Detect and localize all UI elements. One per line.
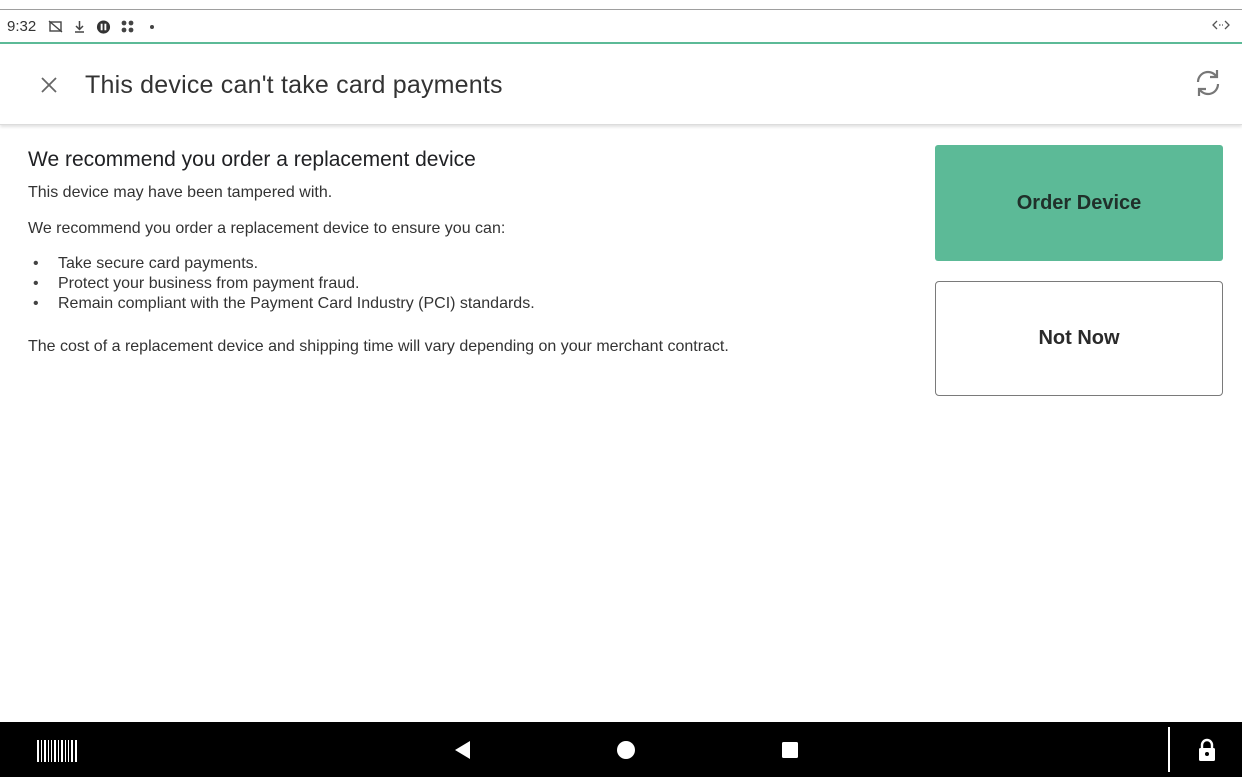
cost-note-text: The cost of a replacement device and shi… [28, 338, 729, 355]
refresh-icon[interactable] [1190, 65, 1226, 101]
back-icon[interactable] [452, 739, 472, 761]
list-item: Remain compliant with the Payment Card I… [28, 294, 888, 314]
download-icon [72, 19, 87, 34]
order-device-button[interactable]: Order Device [935, 145, 1223, 261]
recommendation-text: We recommend you order a replacement dev… [28, 220, 506, 237]
status-bar: 9:32 [0, 11, 1242, 44]
nav-divider [1168, 727, 1170, 772]
not-now-button[interactable]: Not Now [935, 281, 1223, 396]
swap-horizontal-icon [1212, 19, 1230, 34]
dot-icon [144, 19, 159, 34]
close-icon[interactable] [34, 70, 64, 100]
recents-icon[interactable] [780, 740, 800, 760]
app-header: This device can't take card payments [0, 46, 1242, 125]
tamper-warning-text: This device may have been tampered with. [28, 184, 333, 201]
status-time: 9:32 [7, 18, 37, 35]
list-item: Protect your business from payment fraud… [28, 274, 888, 294]
list-item: Take secure card payments. [28, 254, 888, 274]
lock-icon[interactable] [1196, 738, 1218, 762]
benefits-list: Take secure card payments. Protect your … [28, 254, 888, 314]
message-heading: We recommend you order a replacement dev… [28, 148, 476, 171]
status-icons [48, 19, 159, 34]
apps-icon [120, 19, 135, 34]
home-icon[interactable] [615, 739, 637, 761]
navigation-bar [0, 722, 1242, 777]
page-title: This device can't take card payments [85, 71, 503, 99]
notification-badge-icon [96, 19, 111, 34]
no-sim-icon [48, 19, 63, 34]
barcode-icon[interactable] [37, 740, 77, 762]
top-edge [0, 0, 1242, 10]
message-content: We recommend you order a replacement dev… [28, 148, 888, 358]
